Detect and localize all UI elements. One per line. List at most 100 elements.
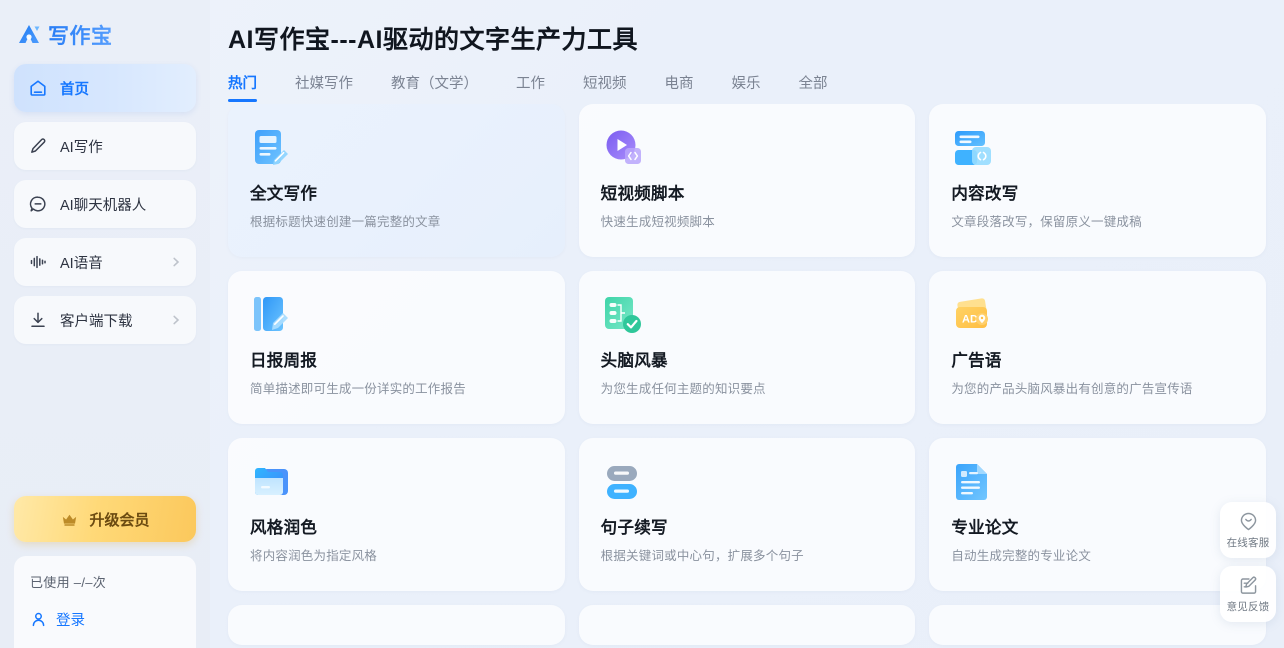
float-button-label: 在线客服 [1226, 536, 1270, 549]
tab-ecommerce[interactable]: 电商 [665, 72, 694, 102]
tool-card-professional-paper[interactable]: 专业论文 自动生成完整的专业论文 [929, 438, 1266, 591]
sidebar-item-client-download[interactable]: 客户端下载 [14, 296, 196, 344]
brand-name: 写作宝 [48, 20, 113, 50]
tool-card-desc: 根据关键词或中心句，扩展多个句子 [600, 549, 804, 563]
floating-action-stack: 在线客服 意见反馈 [1220, 502, 1276, 622]
sidebar-nav: 首页 AI写作 AI聊天机器人 AI语音 客户端下载 [0, 54, 210, 344]
download-icon [31, 312, 45, 327]
tab-work[interactable]: 工作 [516, 72, 545, 102]
tool-card-title: 全文写作 [250, 185, 318, 203]
tool-card-title: 短视频脚本 [600, 185, 685, 203]
category-tabs: 热门 社媒写作 教育（文学） 工作 短视频 电商 娱乐 全部 [210, 56, 1284, 102]
two-bars-icon [606, 466, 637, 499]
tool-card-title: 句子续写 [600, 519, 668, 537]
tool-card-desc: 为您生成任何主题的知识要点 [600, 382, 766, 396]
tab-label: 社媒写作 [295, 76, 353, 92]
ad-card-icon: AD [956, 298, 989, 328]
upgrade-membership-button[interactable]: 升级会员 [14, 496, 196, 542]
tool-card-desc: 简单描述即可生成一份详实的工作报告 [250, 382, 466, 396]
main-content: AI写作宝---AI驱动的文字生产力工具 热门 社媒写作 教育（文学） 工作 短… [210, 0, 1284, 648]
tab-label: 工作 [516, 76, 545, 92]
tool-card-title: 头脑风暴 [600, 352, 668, 370]
tab-short-video[interactable]: 短视频 [583, 72, 627, 102]
user-icon [32, 612, 45, 627]
tool-card-partial[interactable] [578, 605, 916, 645]
sidebar-item-label: AI写作 [60, 139, 103, 156]
tab-label: 教育（文学） [391, 76, 478, 92]
upgrade-label: 升级会员 [89, 511, 150, 529]
online-support-button[interactable]: 在线客服 [1220, 502, 1276, 558]
chat-bubble-icon [29, 196, 46, 212]
waveform-icon [30, 255, 46, 269]
sidebar-item-ai-voice[interactable]: AI语音 [14, 238, 196, 286]
usage-count: 已使用 –/–次 [30, 575, 107, 590]
smile-support-icon [1240, 512, 1256, 530]
play-code-icon [606, 130, 641, 164]
tab-label: 全部 [798, 76, 828, 92]
tool-card-content-rewrite[interactable]: 内容改写 文章段落改写，保留原义一键成稿 [929, 104, 1266, 257]
tool-card-desc: 自动生成完整的专业论文 [951, 549, 1092, 563]
tool-card-desc: 文章段落改写，保留原义一键成稿 [951, 215, 1142, 229]
app-root: 写作宝 首页 AI写作 AI聊天机器人 AI语音 客户端下载 升级会员 已使用 … [0, 0, 1284, 648]
tool-card-title: 内容改写 [951, 185, 1019, 203]
tab-entertainment[interactable]: 娱乐 [732, 72, 761, 102]
sidebar-item-label: AI聊天机器人 [60, 197, 147, 214]
tool-card-partial[interactable] [929, 605, 1266, 645]
tool-card-full-article[interactable]: 全文写作 根据标题快速创建一篇完整的文章 [228, 104, 565, 257]
sidebar-item-ai-chatbot[interactable]: AI聊天机器人 [14, 180, 196, 228]
tool-card-desc: 快速生成短视频脚本 [600, 215, 715, 229]
folder-stack-icon [255, 468, 288, 495]
page-title: AI写作宝---AI驱动的文字生产力工具 [228, 26, 638, 54]
tab-all[interactable]: 全部 [799, 72, 828, 102]
tool-card-desc: 根据标题快速创建一篇完整的文章 [250, 215, 441, 229]
tab-hot[interactable]: 热门 [228, 72, 257, 102]
tool-card-desc: 为您的产品头脑风暴出有创意的广告宣传语 [951, 382, 1193, 396]
float-button-label: 意见反馈 [1226, 600, 1270, 613]
logo-mark-icon [19, 25, 40, 43]
tool-card-desc: 将内容润色为指定风格 [250, 549, 378, 563]
tab-social-media[interactable]: 社媒写作 [295, 72, 353, 102]
tool-card-style-polish[interactable]: 风格润色 将内容润色为指定风格 [228, 438, 565, 591]
mindmap-check-icon [604, 297, 641, 333]
home-icon [30, 80, 46, 96]
feedback-edit-icon [1240, 576, 1256, 594]
sidebar-item-label: 首页 [60, 81, 89, 98]
tool-card-title: 日报周报 [250, 352, 318, 370]
sidebar: 写作宝 首页 AI写作 AI聊天机器人 AI语音 客户端下载 升级会员 已使用 … [0, 0, 210, 648]
tab-education[interactable]: 教育（文学） [391, 72, 478, 102]
tool-card-daily-weekly-report[interactable]: 日报周报 简单描述即可生成一份详实的工作报告 [228, 271, 565, 424]
sidebar-item-home[interactable]: 首页 [14, 64, 196, 112]
tab-label: 电商 [664, 76, 694, 92]
sidebar-item-ai-writing[interactable]: AI写作 [14, 122, 196, 170]
paper-doc-icon [956, 464, 988, 500]
tool-card-partial[interactable] [228, 605, 565, 645]
tool-card-short-video-script[interactable]: 短视频脚本 快速生成短视频脚本 [578, 104, 916, 257]
tab-label: 娱乐 [731, 76, 761, 92]
document-pencil-icon [255, 130, 288, 165]
login-label: 登录 [56, 613, 85, 629]
user-panel: 已使用 –/–次 登录 [14, 556, 196, 648]
sidebar-item-label: AI语音 [60, 255, 103, 272]
report-book-icon [254, 297, 288, 331]
tool-card-title: 专业论文 [951, 519, 1019, 537]
tool-cards-scroll-area[interactable]: 全文写作 根据标题快速创建一篇完整的文章 短视频脚本 快速生成短视频脚本 内容改… [210, 104, 1284, 648]
tab-label: 短视频 [583, 76, 627, 92]
chevron-right-icon [173, 257, 180, 267]
tool-card-sentence-continue[interactable]: 句子续写 根据关键词或中心句，扩展多个句子 [578, 438, 916, 591]
chevron-right-icon [173, 315, 180, 325]
tool-card-title: 风格润色 [250, 519, 318, 537]
rewrite-braces-icon [955, 131, 992, 165]
login-button[interactable]: 登录 [30, 609, 180, 630]
svg-text:AD: AD [962, 314, 978, 326]
tool-cards-grid: 全文写作 根据标题快速创建一篇完整的文章 短视频脚本 快速生成短视频脚本 内容改… [228, 104, 1266, 645]
crown-icon [63, 514, 77, 526]
tab-label: 热门 [228, 76, 257, 92]
tool-card-title: 广告语 [951, 352, 1002, 370]
pencil-icon [31, 138, 46, 153]
feedback-button[interactable]: 意见反馈 [1220, 566, 1276, 622]
tool-card-brainstorm[interactable]: 头脑风暴 为您生成任何主题的知识要点 [578, 271, 916, 424]
brand-logo[interactable]: 写作宝 [0, 0, 210, 54]
tool-card-ad-slogan[interactable]: AD 广告语 为您的产品头脑风暴出有创意的广告宣传语 [929, 271, 1266, 424]
sidebar-item-label: 客户端下载 [60, 313, 133, 330]
